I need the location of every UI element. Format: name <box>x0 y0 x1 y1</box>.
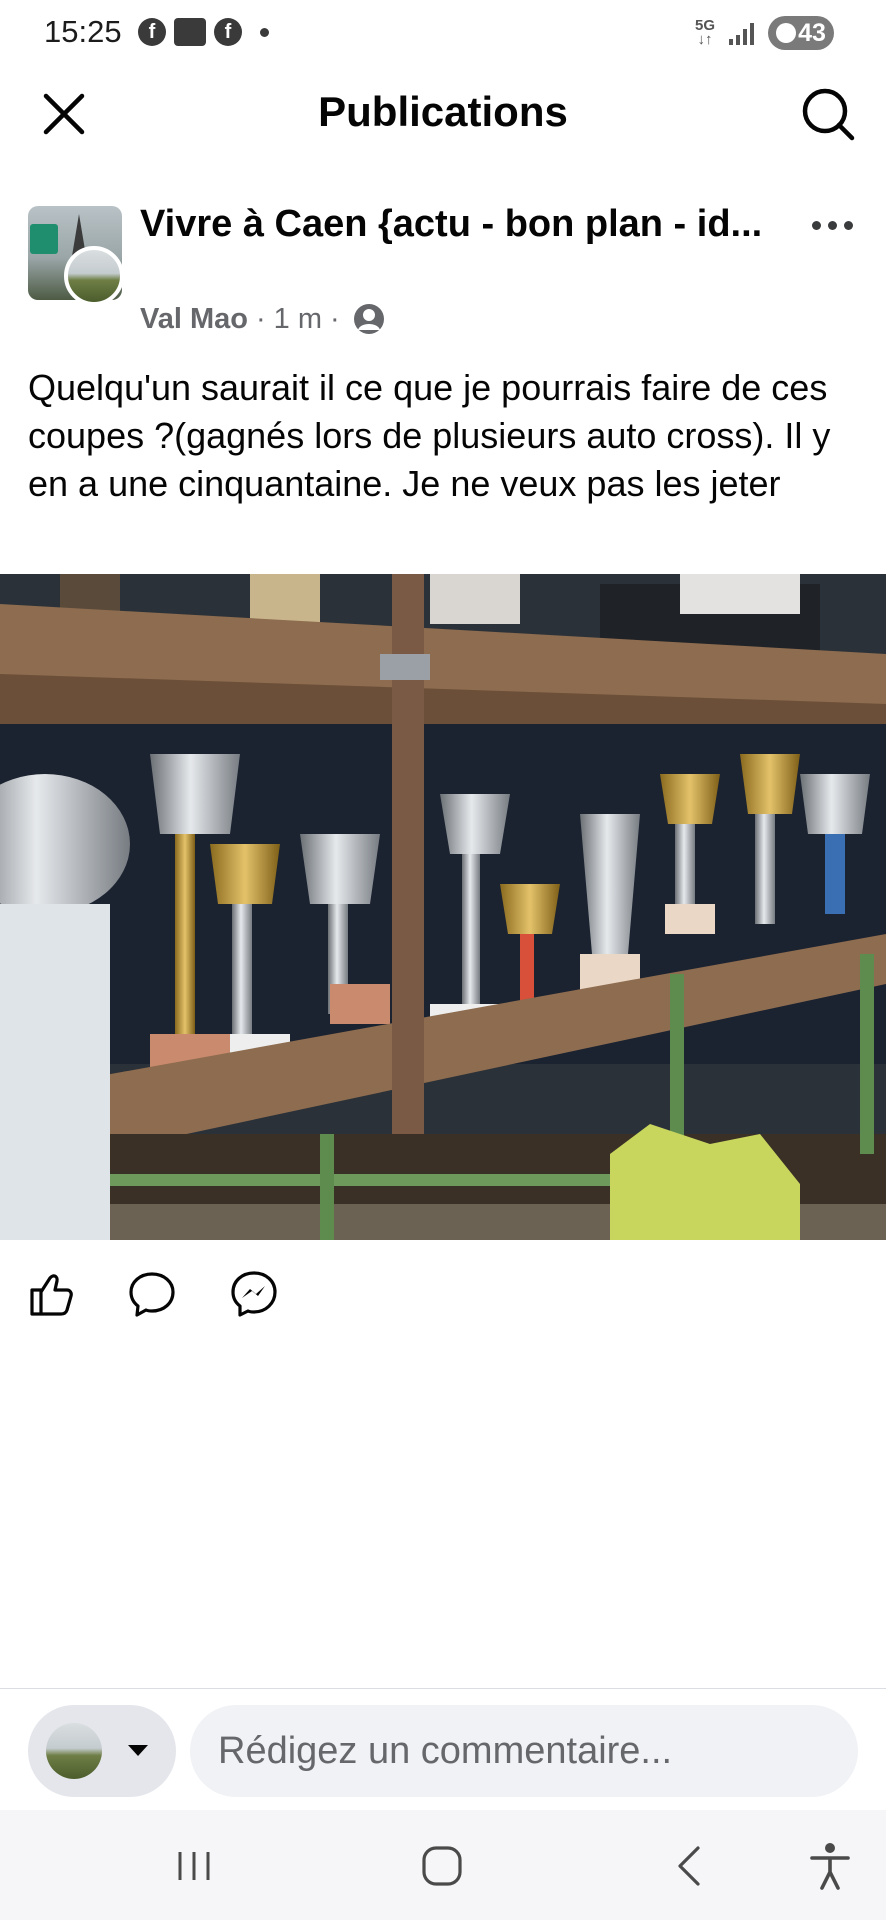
group-badge-image <box>30 224 58 254</box>
members-icon <box>353 304 384 334</box>
back-icon <box>678 1846 700 1886</box>
signal-icon <box>729 21 754 45</box>
more-options-button[interactable] <box>802 210 862 240</box>
author-avatar[interactable] <box>64 246 124 306</box>
comment-icon <box>129 1272 175 1317</box>
back-button[interactable] <box>658 1834 722 1898</box>
system-nav-bar <box>0 1810 886 1920</box>
comment-input[interactable] <box>190 1705 858 1797</box>
thumbs-up-icon <box>30 1274 73 1316</box>
status-time: 15:25 <box>44 14 122 49</box>
home-button[interactable] <box>410 1834 474 1898</box>
close-button[interactable] <box>36 86 92 142</box>
caret-down-icon <box>128 1745 148 1756</box>
like-button[interactable] <box>24 1268 76 1320</box>
more-notifications-icon <box>260 27 269 37</box>
page-title: Publications <box>318 88 568 135</box>
meta-separator: · <box>256 302 266 335</box>
facebook-icon: f <box>138 18 166 46</box>
messenger-icon <box>231 1271 277 1317</box>
post-timestamp[interactable]: 1 m <box>274 303 322 336</box>
network-type: 5G ↓↑ <box>694 17 715 48</box>
accessibility-icon <box>810 1843 850 1890</box>
comment-composer <box>0 1688 886 1810</box>
comment-as-selector[interactable] <box>28 1705 176 1797</box>
battery-indicator: 43 <box>768 16 834 50</box>
status-bar: 15:25 f f 5G ↓↑ 43 <box>0 0 886 66</box>
battery-level: 43 <box>798 18 826 47</box>
author-name-link[interactable]: Val Mao <box>140 303 248 336</box>
post-text: Quelqu'un saurait il ce que je pourrais … <box>28 367 831 504</box>
send-messenger-button[interactable] <box>228 1268 280 1320</box>
comment-button[interactable] <box>126 1268 178 1320</box>
trophies-shelf-image <box>0 574 886 1240</box>
home-icon <box>422 1846 462 1886</box>
meta-separator: · <box>330 302 340 335</box>
photos-icon <box>174 18 206 46</box>
recents-icon <box>178 1852 210 1880</box>
search-icon <box>802 88 855 141</box>
system-status: 5G ↓↑ 43 <box>695 16 834 50</box>
post-actions <box>0 1262 886 1322</box>
current-user-avatar <box>46 1723 102 1779</box>
dot-icon <box>827 220 837 230</box>
recents-button[interactable] <box>162 1834 226 1898</box>
app-header: Publications <box>0 66 886 160</box>
group-name-link[interactable]: Vivre à Caen {actu - bon plan - id... <box>140 200 780 248</box>
post-header: Vivre à Caen {actu - bon plan - id... Va… <box>0 190 886 360</box>
facebook-icon: f <box>214 18 242 46</box>
post-photo[interactable] <box>0 574 886 1240</box>
dot-icon <box>843 220 853 230</box>
accessibility-button[interactable] <box>798 1834 862 1898</box>
post-meta: Val Mao · 1 m · <box>140 302 386 336</box>
search-button[interactable] <box>798 84 858 144</box>
group-avatar-link[interactable] <box>28 206 124 306</box>
notification-icons: f f <box>138 18 269 46</box>
close-icon <box>43 93 85 135</box>
charging-icon <box>776 23 797 43</box>
dot-icon <box>811 220 821 230</box>
